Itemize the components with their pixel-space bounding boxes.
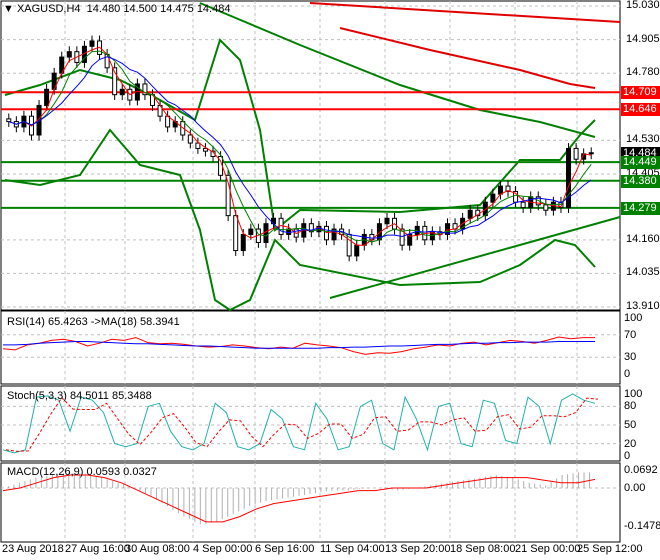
time-tick: 23 Aug 2018: [2, 543, 64, 555]
candle-body: [66, 51, 72, 58]
price-level-tag: 14.380: [621, 174, 660, 188]
ohlc-close: 14.484: [196, 3, 231, 15]
rsi-tick: 70: [624, 328, 637, 341]
price-tick: 14.160: [626, 232, 660, 245]
price-tick: 14.035: [626, 266, 660, 279]
ma-green-long: [199, 2, 596, 138]
macd-tick: -0.1478: [624, 520, 660, 533]
candle-body: [543, 204, 549, 211]
ohlc-open: 14.480: [86, 3, 121, 15]
rsi-title: RSI(14) 65.4263 ->MA(18) 58.3941: [7, 316, 180, 328]
candle-body: [233, 215, 239, 252]
macd-signal-line: [2, 474, 596, 523]
rsi-line: [2, 336, 595, 355]
rsi-tick: 0: [624, 368, 631, 380]
ohlc-high: 14.500: [123, 3, 158, 15]
candle-body: [187, 134, 193, 144]
candle-body: [195, 142, 201, 149]
chart-title: ▼ XAGUSD,H4 14.480 14.500 14.475 14.484: [3, 3, 231, 15]
candle-body: [240, 233, 246, 252]
rsi-tick: 30: [624, 351, 637, 364]
stoch-tick: 100: [624, 388, 643, 400]
ma-short: [8, 46, 592, 246]
price-tick: 14.780: [626, 66, 660, 79]
candle-body: [165, 115, 171, 128]
candle-body: [263, 223, 269, 243]
macd-tick: 0.00: [624, 482, 646, 494]
ohlc-low: 14.475: [160, 3, 194, 15]
stoch-tick: 20: [624, 437, 637, 450]
time-tick: 25 Sep 12:00: [577, 543, 643, 555]
trading-chart[interactable]: ▼ XAGUSD,H4 14.480 14.500 14.475 14.484 …: [0, 0, 660, 560]
candle-body: [573, 147, 579, 160]
price-tick: 14.530: [626, 133, 660, 146]
stoch-tick: 80: [624, 400, 637, 413]
bollinger-upper: [4, 38, 596, 232]
candle-body: [248, 228, 254, 235]
time-tick: 13 Sep 20:00: [385, 543, 451, 555]
macd-title: MACD(12,26,9) 0.0593 0.0327: [7, 466, 157, 478]
bollinger-lower: [4, 128, 596, 312]
macd-tick: 0.0692: [624, 464, 658, 476]
price-level-tag: 14.709: [621, 86, 660, 100]
stoch-tick: 50: [624, 419, 637, 431]
candle-body: [490, 193, 496, 203]
stoch-tick: 0: [624, 450, 631, 462]
candle-body: [384, 217, 390, 225]
price-tick: 15.030: [626, 0, 660, 11]
price-tick: 13.910: [626, 300, 660, 312]
price-level-tag: 14.646: [621, 103, 660, 117]
candle-body: [588, 152, 594, 155]
time-tick: 18 Sep 08:00: [450, 543, 516, 555]
candle-body: [6, 118, 12, 123]
rsi-tick: 100: [624, 312, 643, 324]
time-tick: 21 Sep 00:00: [515, 543, 581, 555]
candle-body: [520, 201, 526, 209]
candle-body: [119, 88, 125, 96]
ma-200-red: [339, 27, 596, 89]
candle-body: [89, 40, 95, 47]
time-tick: 30 Aug 08:00: [125, 543, 190, 555]
time-tick: 4 Sep 00:00: [193, 543, 253, 555]
price-tick: 14.905: [626, 32, 660, 45]
candle-body: [467, 209, 473, 219]
time-tick: 27 Aug 16:00: [65, 543, 130, 555]
candle-body: [354, 244, 360, 257]
stoch-title: Stoch(5,3,3) 84.5011 85.3488: [7, 390, 152, 402]
time-tick: 11 Sep 04:00: [320, 543, 385, 555]
price-level-tag: 14.279: [621, 201, 660, 215]
time-tick: 6 Sep 16:00: [255, 543, 315, 555]
candle-body: [44, 88, 50, 106]
ma-short: [8, 50, 592, 243]
price-level-tag: 14.449: [621, 156, 660, 170]
symbol: XAGUSD,H4: [16, 3, 81, 15]
